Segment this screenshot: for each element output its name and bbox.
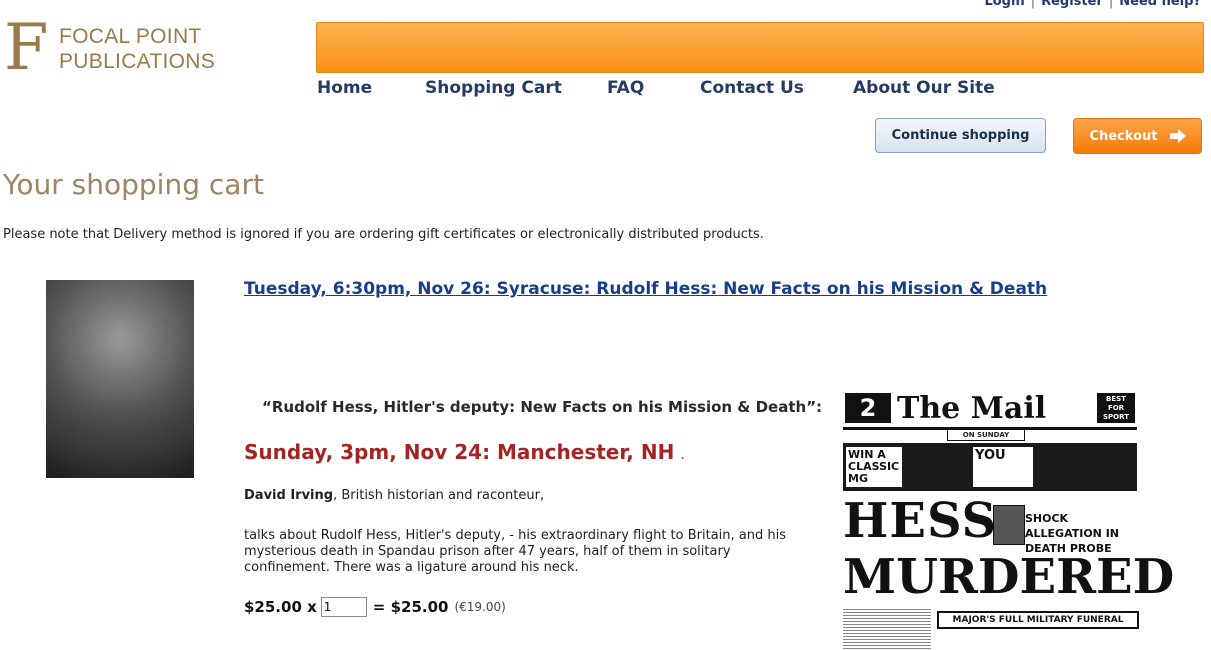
- nav-contact-us[interactable]: Contact Us: [700, 78, 804, 98]
- newspaper-portrait: [993, 505, 1025, 545]
- newspaper-sunday: ON SUNDAY: [947, 429, 1025, 441]
- delivery-note: Please note that Delivery method is igno…: [3, 227, 764, 242]
- logo-letter: F: [4, 11, 49, 85]
- price-row: $25.00 x = $25.00 (€19.00): [244, 597, 506, 617]
- page-title: Your shopping cart: [3, 168, 264, 201]
- product-photo[interactable]: [46, 280, 194, 478]
- line-total-eur: (€19.00): [454, 600, 506, 614]
- divider: |: [1030, 0, 1036, 9]
- checkout-label: Checkout: [1089, 128, 1158, 144]
- newspaper-headline-1: HESS: [843, 493, 998, 549]
- line-total: = $25.00: [372, 598, 449, 616]
- unit-price: $25.00 x: [244, 598, 317, 616]
- product-description: talks about Rudolf Hess, Hitler's deputy…: [244, 528, 786, 575]
- newspaper-columns: [843, 607, 931, 650]
- logo-line1: FOCAL POINT: [59, 25, 202, 48]
- newspaper-badge: BEST FOR SPORT: [1097, 393, 1135, 423]
- speaker-description: , British historian and raconteur,: [333, 488, 545, 503]
- nav-about-our-site[interactable]: About Our Site: [853, 78, 995, 98]
- help-link[interactable]: Need help?: [1119, 0, 1201, 9]
- newspaper-masthead: The Mail: [897, 391, 1047, 426]
- continue-shopping-button[interactable]: Continue shopping: [875, 118, 1046, 153]
- logo-text: FOCAL POINT PUBLICATIONS: [59, 24, 215, 74]
- nav-shopping-cart[interactable]: Shopping Cart: [425, 78, 562, 98]
- top-links: Login | Register | Need help?: [984, 0, 1201, 9]
- newspaper-you: YOU: [973, 447, 1033, 487]
- newspaper-win: WIN A CLASSIC MG: [846, 447, 902, 487]
- newspaper-funeral: MAJOR'S FULL MILITARY FUNERAL: [937, 611, 1139, 629]
- checkout-button[interactable]: Checkout: [1073, 118, 1202, 154]
- header-banner: [316, 22, 1204, 73]
- event-date-dot: .: [680, 447, 685, 463]
- logo-line2: PUBLICATIONS: [59, 50, 216, 73]
- nav-faq[interactable]: FAQ: [607, 78, 644, 98]
- event-date-text: Sunday, 3pm, Nov 24: Manchester, NH: [244, 440, 675, 464]
- register-link[interactable]: Register: [1041, 0, 1103, 9]
- newspaper-number: 2: [845, 393, 891, 423]
- speaker: David Irving, British historian and raco…: [244, 488, 544, 503]
- nav-home[interactable]: Home: [317, 78, 372, 98]
- newspaper-promo-strip: WIN A CLASSIC MG YOU: [843, 443, 1137, 491]
- login-link[interactable]: Login: [984, 0, 1024, 9]
- logo[interactable]: F FOCAL POINT PUBLICATIONS: [4, 11, 234, 85]
- newspaper-headline-2: MURDERED: [843, 549, 1175, 605]
- newspaper-image: 2 The Mail BEST FOR SPORT ON SUNDAY WIN …: [843, 391, 1174, 650]
- event-date: Sunday, 3pm, Nov 24: Manchester, NH.: [244, 440, 685, 464]
- divider: |: [1108, 0, 1114, 9]
- product-link[interactable]: Tuesday, 6:30pm, Nov 26: Syracuse: Rudol…: [244, 279, 1047, 299]
- arrow-right-icon: [1169, 129, 1186, 143]
- lecture-title: “Rudolf Hess, Hitler's deputy: New Facts…: [262, 398, 823, 416]
- speaker-name: David Irving: [244, 488, 334, 503]
- quantity-input[interactable]: [320, 597, 367, 617]
